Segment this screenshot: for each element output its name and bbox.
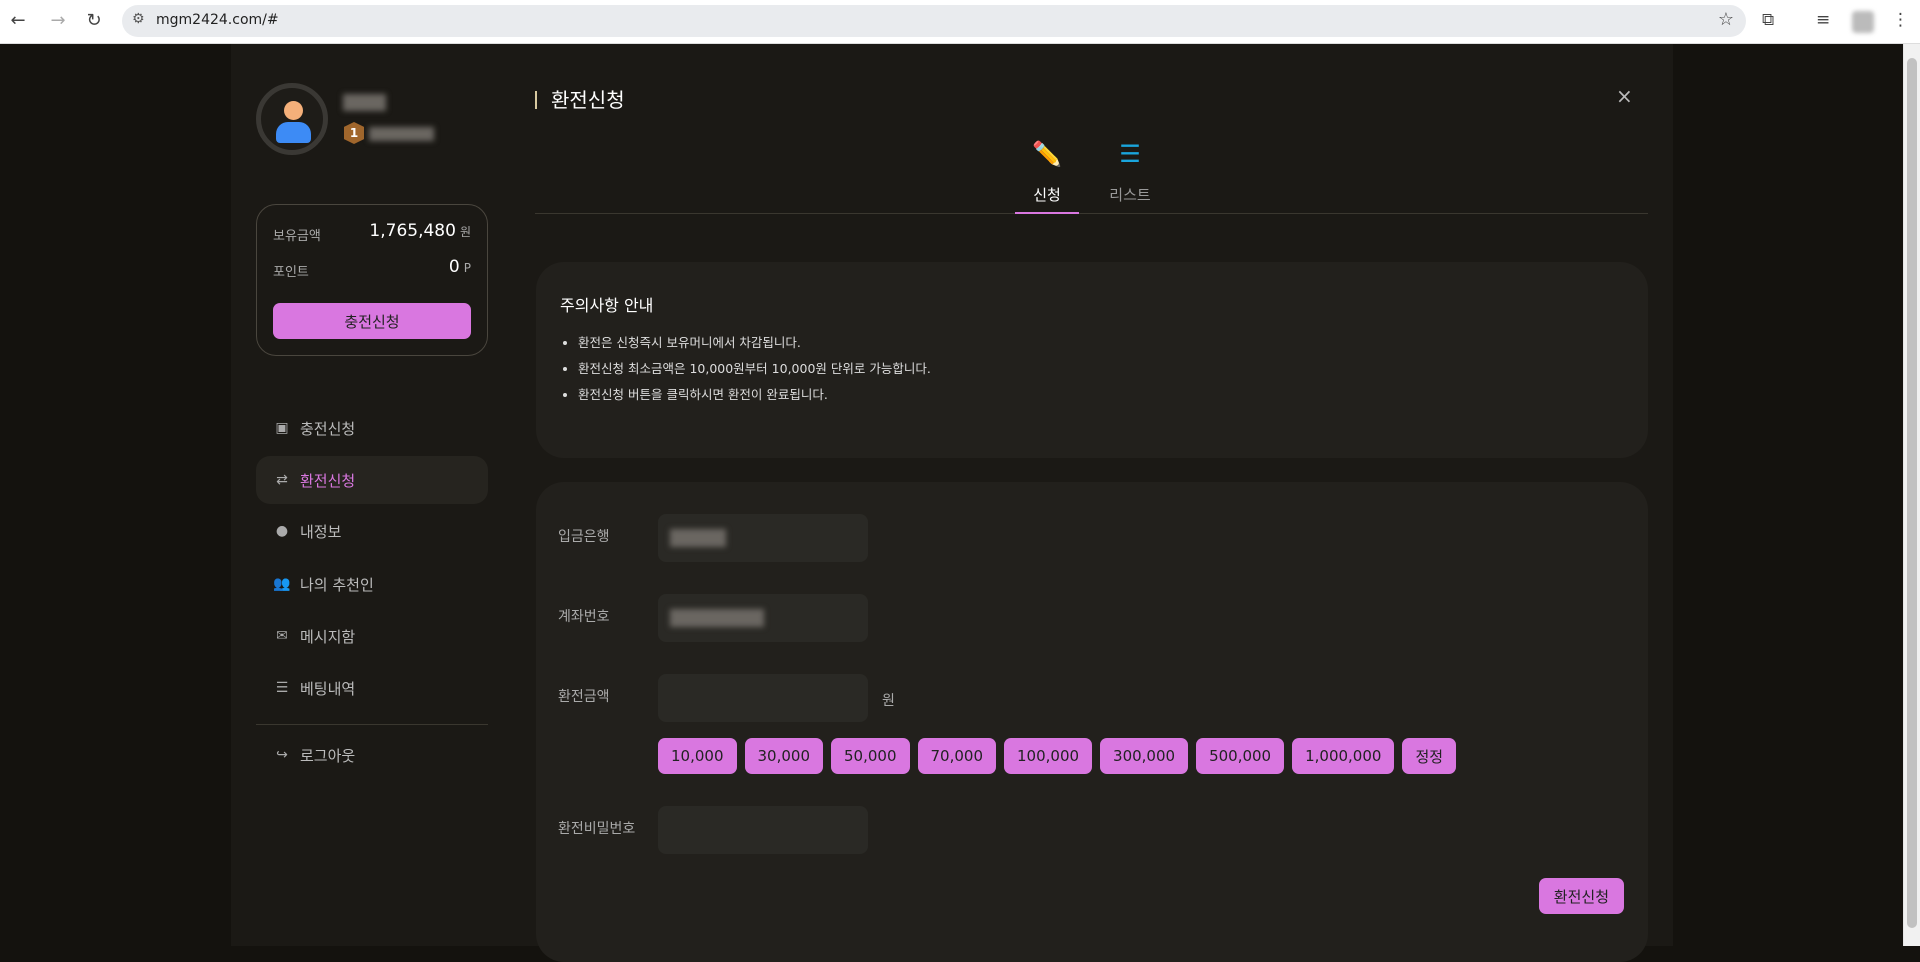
close-icon[interactable]: × (1616, 84, 1633, 108)
notice-title: 주의사항 안내 (560, 296, 654, 315)
tab-apply[interactable]: ✏️ 신청 (1015, 140, 1079, 205)
sidebar-item-charge[interactable]: ▣ 충전신청 (256, 404, 488, 452)
url-text: mgm2424.com/# (156, 12, 279, 28)
active-tab-indicator (1015, 212, 1079, 214)
page-title: 환전신청 (535, 84, 625, 113)
amount-input[interactable] (658, 674, 868, 722)
sidebar-item-myinfo[interactable]: ● 내정보 (256, 507, 488, 555)
charge-button[interactable]: 충전신청 (273, 303, 471, 339)
scrollbar[interactable] (1903, 44, 1920, 946)
browser-toolbar: ← → ↻ ⚙ mgm2424.com/# ☆ ⧉ ≡ ⋮ (0, 0, 1920, 44)
submit-exchange-button[interactable]: 환전신청 (1538, 878, 1624, 914)
sidebar-item-exchange[interactable]: ⇄ 환전신청 (256, 456, 488, 504)
bank-label: 입금은행 (558, 529, 610, 545)
sidebar-item-betting-history[interactable]: ☰ 베팅내역 (256, 664, 488, 712)
forward-icon[interactable]: → (46, 10, 70, 31)
avatar (256, 83, 328, 155)
tab-list[interactable]: ☰ 리스트 (1098, 140, 1162, 205)
account-label: 계좌번호 (558, 609, 610, 625)
users-icon: 👥 (273, 576, 291, 592)
amount-button[interactable]: 10,000 (658, 738, 737, 774)
password-label: 환전비밀번호 (558, 821, 636, 837)
media-icon[interactable]: ≡ (1816, 10, 1830, 30)
amount-button[interactable]: 30,000 (744, 738, 823, 774)
balance-card: 보유금액 1,765,480 원 포인트 0P 충전신청 (256, 204, 488, 356)
profile-avatar[interactable] (1852, 11, 1874, 33)
tab-divider (535, 213, 1648, 214)
notice-item: 환전신청 버튼을 클릭하시면 환전이 완료됩니다. (578, 382, 931, 408)
account-value-blurred (670, 609, 764, 627)
username-blurred (343, 94, 386, 111)
list-icon: ☰ (275, 680, 289, 696)
notice-item: 환전은 신청즉시 보유머니에서 차감됩니다. (578, 330, 931, 356)
bank-field[interactable] (658, 514, 868, 562)
menu-label: 충전신청 (300, 419, 356, 438)
point-value: 0P (448, 257, 471, 277)
menu-label: 로그아웃 (300, 746, 356, 765)
amount-button[interactable]: 70,000 (917, 738, 996, 774)
menu-label: 베팅내역 (300, 679, 356, 698)
account-field[interactable] (658, 594, 868, 642)
point-label: 포인트 (273, 265, 309, 280)
exchange-form: 입금은행 계좌번호 환전금액 원 10,000 30,000 50,000 70… (536, 482, 1648, 962)
menu-label: 나의 추천인 (300, 575, 374, 594)
tab-label: 신청 (1033, 186, 1061, 204)
reset-amount-button[interactable]: 정정 (1402, 738, 1457, 774)
sidebar-divider (256, 724, 488, 725)
balance-value: 1,765,480 원 (369, 221, 471, 241)
balance-label: 보유금액 (273, 229, 321, 244)
logout-icon: ↪ (276, 747, 288, 763)
money-icon: ▣ (275, 420, 289, 436)
menu-icon[interactable]: ⋮ (1892, 10, 1909, 30)
bookmark-star-icon[interactable]: ☆ (1718, 9, 1734, 30)
user-id-blurred (369, 127, 434, 141)
list-icon: ☰ (1119, 140, 1141, 168)
notice-item: 환전신청 최소금액은 10,000원부터 10,000원 단위로 가능합니다. (578, 356, 931, 382)
address-bar[interactable]: ⚙ mgm2424.com/# ☆ (122, 5, 1746, 37)
amount-button[interactable]: 100,000 (1004, 738, 1093, 774)
site-settings-icon[interactable]: ⚙ (132, 11, 145, 27)
amount-buttons: 10,000 30,000 50,000 70,000 100,000 300,… (658, 738, 1457, 774)
amount-button[interactable]: 300,000 (1100, 738, 1189, 774)
amount-unit: 원 (882, 693, 895, 709)
sidebar-item-messages[interactable]: ✉ 메시지함 (256, 612, 488, 660)
sidebar-item-referrals[interactable]: 👥 나의 추천인 (256, 560, 488, 608)
notice-box: 주의사항 안내 환전은 신청즉시 보유머니에서 차감됩니다. 환전신청 최소금액… (536, 262, 1648, 458)
logout-button[interactable]: ↪ 로그아웃 (256, 731, 488, 779)
menu-label: 내정보 (300, 522, 342, 541)
reload-icon[interactable]: ↻ (82, 10, 106, 31)
menu-label: 환전신청 (300, 471, 356, 490)
back-icon[interactable]: ← (6, 10, 30, 31)
menu-label: 메시지함 (300, 627, 356, 646)
password-input[interactable] (658, 806, 868, 854)
amount-label: 환전금액 (558, 689, 610, 705)
bank-value-blurred (670, 529, 726, 547)
envelope-open-icon: ✉ (276, 628, 288, 644)
tab-label: 리스트 (1109, 186, 1151, 204)
amount-button[interactable]: 50,000 (831, 738, 910, 774)
user-circle-icon: ● (275, 523, 289, 539)
amount-button[interactable]: 500,000 (1196, 738, 1285, 774)
extensions-icon[interactable]: ⧉ (1762, 10, 1774, 30)
amount-button[interactable]: 1,000,000 (1292, 738, 1395, 774)
exchange-icon: ⇄ (276, 472, 288, 488)
pencil-icon: ✏️ (1032, 140, 1062, 168)
